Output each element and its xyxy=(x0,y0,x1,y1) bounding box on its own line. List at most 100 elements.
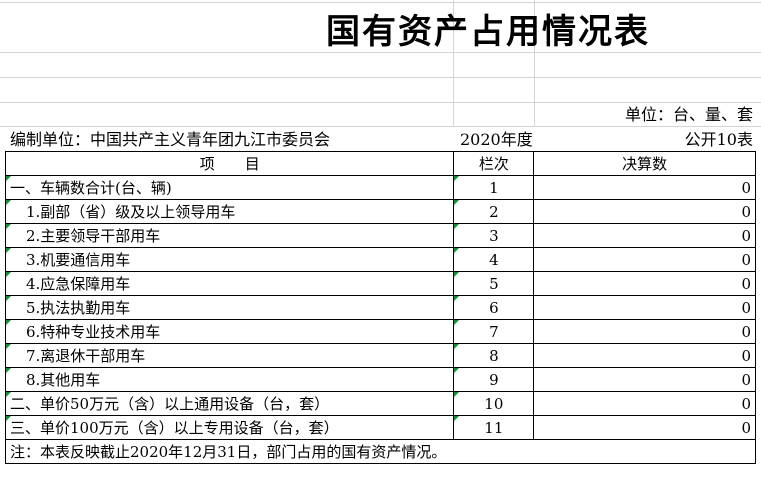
cell-marker xyxy=(6,344,11,349)
value-cell[interactable]: 0 xyxy=(533,271,756,296)
col-cell[interactable]: 4 xyxy=(453,247,535,272)
asset-table: 项 目 栏次 决算数 一、车辆数合计(台、辆) 1 0 1.副部（省）级及以上领导用车… xyxy=(4,151,756,464)
table-row: 1.副部（省）级及以上领导用车 2 0 xyxy=(4,199,756,224)
item-cell[interactable]: 三、单价100万元（含）以上专用设备（台，套） xyxy=(4,415,455,440)
item-cell-text: 一、车辆数合计(台、辆) xyxy=(10,178,172,197)
spreadsheet-area: 国有资产占用情况表 单位：台、量、套 编制单位：中国共产主义青年团九江市委员会 … xyxy=(0,0,761,480)
gridline xyxy=(0,77,761,78)
value-cell-text: 0 xyxy=(741,202,751,221)
item-cell[interactable]: 1.副部（省）级及以上领导用车 xyxy=(4,199,455,224)
value-cell[interactable]: 0 xyxy=(533,223,756,248)
item-cell-text: 二、单价50万元（含）以上通用设备（台，套） xyxy=(10,394,330,413)
cell-marker xyxy=(6,392,11,397)
col-cell[interactable]: 1 xyxy=(453,175,535,200)
value-cell[interactable]: 0 xyxy=(533,247,756,272)
item-cell-text: 4.应急保障用车 xyxy=(26,274,131,293)
col-cell[interactable]: 8 xyxy=(453,343,535,368)
item-cell[interactable]: 7.离退休干部用车 xyxy=(4,343,455,368)
col-cell-text: 3 xyxy=(489,226,499,245)
col-cell-text: 9 xyxy=(489,370,499,389)
report-year[interactable]: 2020年度 xyxy=(460,128,533,152)
unit-label[interactable]: 单位：台、量、套 xyxy=(625,103,753,127)
item-cell[interactable]: 二、单价50万元（含）以上通用设备（台，套） xyxy=(4,391,455,416)
header-item[interactable]: 项 目 xyxy=(4,151,455,176)
gridline xyxy=(0,2,761,3)
col-cell[interactable]: 9 xyxy=(453,367,535,392)
table-row: 4.应急保障用车 5 0 xyxy=(4,271,756,296)
form-code[interactable]: 公开10表 xyxy=(685,128,753,152)
value-cell-text: 0 xyxy=(741,418,751,437)
cell-marker xyxy=(454,392,460,397)
col-cell-text: 2 xyxy=(489,202,499,221)
cell-marker xyxy=(6,368,11,373)
cell-marker xyxy=(454,248,460,253)
value-cell-text: 0 xyxy=(741,250,751,269)
table-row: 8.其他用车 9 0 xyxy=(4,367,756,392)
value-cell[interactable]: 0 xyxy=(533,295,756,320)
value-cell[interactable]: 0 xyxy=(533,415,756,440)
col-cell-text: 6 xyxy=(489,298,499,317)
table-row: 一、车辆数合计(台、辆) 1 0 xyxy=(4,175,756,200)
col-cell[interactable]: 5 xyxy=(453,271,535,296)
item-cell[interactable]: 5.执法执勤用车 xyxy=(4,295,455,320)
col-cell[interactable]: 3 xyxy=(453,223,535,248)
item-cell-text: 3.机要通信用车 xyxy=(26,250,131,269)
value-cell-text: 0 xyxy=(741,298,751,317)
table-row: 5.执法执勤用车 6 0 xyxy=(4,295,756,320)
col-cell-text: 1 xyxy=(489,178,499,197)
header-value[interactable]: 决算数 xyxy=(533,151,756,176)
value-cell-text: 0 xyxy=(741,370,751,389)
cell-marker xyxy=(6,176,11,181)
item-cell[interactable]: 3.机要通信用车 xyxy=(4,247,455,272)
item-cell[interactable]: 4.应急保障用车 xyxy=(4,271,455,296)
value-cell[interactable]: 0 xyxy=(533,175,756,200)
value-cell-text: 0 xyxy=(741,322,751,341)
table-row: 6.特种专业技术用车 7 0 xyxy=(4,319,756,344)
item-cell-text: 三、单价100万元（含）以上专用设备（台，套） xyxy=(10,418,339,437)
value-cell[interactable]: 0 xyxy=(533,391,756,416)
value-cell-text: 0 xyxy=(741,226,751,245)
item-cell[interactable]: 2.主要领导干部用车 xyxy=(4,223,455,248)
col-cell-text: 11 xyxy=(484,418,504,437)
col-cell-text: 7 xyxy=(489,322,499,341)
col-cell[interactable]: 6 xyxy=(453,295,535,320)
cell-marker xyxy=(6,272,11,277)
cell-marker xyxy=(6,320,11,325)
note-cell[interactable]: 注：本表反映截止2020年12月31日，部门占用的国有资产情况。 xyxy=(5,439,756,464)
cell-marker xyxy=(454,176,460,181)
table-row: 7.离退休干部用车 8 0 xyxy=(4,343,756,368)
item-cell-text: 1.副部（省）级及以上领导用车 xyxy=(26,202,236,221)
value-cell[interactable]: 0 xyxy=(533,343,756,368)
table-row: 3.机要通信用车 4 0 xyxy=(4,247,756,272)
col-cell[interactable]: 7 xyxy=(453,319,535,344)
item-cell[interactable]: 8.其他用车 xyxy=(4,367,455,392)
value-cell[interactable]: 0 xyxy=(533,367,756,392)
value-cell-text: 0 xyxy=(741,274,751,293)
value-cell[interactable]: 0 xyxy=(533,199,756,224)
col-cell-text: 4 xyxy=(489,250,499,269)
cell-marker xyxy=(6,200,11,205)
col-cell-text: 8 xyxy=(489,346,499,365)
header-col[interactable]: 栏次 xyxy=(453,151,535,176)
value-cell-text: 0 xyxy=(741,178,751,197)
compiler-label[interactable]: 编制单位：中国共产主义青年团九江市委员会 xyxy=(10,128,330,152)
col-cell[interactable]: 2 xyxy=(453,199,535,224)
col-cell[interactable]: 11 xyxy=(453,415,535,440)
item-cell-text: 7.离退休干部用车 xyxy=(26,346,146,365)
cell-marker xyxy=(454,368,460,373)
cell-marker xyxy=(454,200,460,205)
item-cell[interactable]: 6.特种专业技术用车 xyxy=(4,319,455,344)
cell-marker xyxy=(454,416,460,421)
cell-marker xyxy=(6,416,11,421)
value-cell-text: 0 xyxy=(741,394,751,413)
table-row: 2.主要领导干部用车 3 0 xyxy=(4,223,756,248)
col-cell[interactable]: 10 xyxy=(453,391,535,416)
item-cell-text: 8.其他用车 xyxy=(26,370,101,389)
cell-marker xyxy=(454,296,460,301)
table-row: 三、单价100万元（含）以上专用设备（台，套） 11 0 xyxy=(4,415,756,440)
cell-marker xyxy=(6,296,11,301)
cell-marker xyxy=(454,344,460,349)
value-cell[interactable]: 0 xyxy=(533,319,756,344)
report-title[interactable]: 国有资产占用情况表 xyxy=(230,8,760,56)
item-cell[interactable]: 一、车辆数合计(台、辆) xyxy=(4,175,455,200)
